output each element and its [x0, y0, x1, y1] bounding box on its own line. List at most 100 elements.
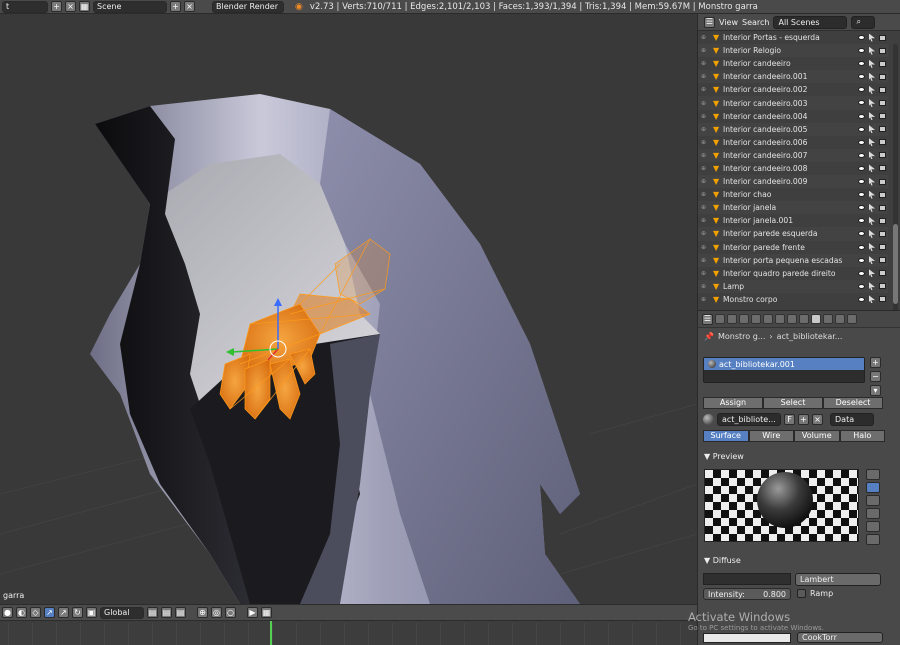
transform-orientation-dropdown[interactable]: Global [100, 606, 144, 619]
diffuse-color-swatch[interactable] [703, 573, 791, 585]
expand-arrow-icon[interactable]: ⊕ [701, 126, 713, 133]
renderability-camera-icon[interactable] [879, 60, 886, 67]
add-slot-icon[interactable]: + [870, 357, 881, 368]
visibility-eye-icon[interactable] [858, 61, 865, 67]
visibility-eye-icon[interactable] [858, 283, 865, 289]
selectability-cursor-icon[interactable] [869, 85, 875, 94]
renderability-camera-icon[interactable] [879, 34, 886, 41]
render-engine-dropdown[interactable]: Blender Render [212, 0, 284, 13]
outliner-scrollbar[interactable] [893, 44, 898, 314]
properties-context-tabs[interactable]: ☰ [698, 311, 900, 328]
outliner-item-label[interactable]: Interior parede frente [723, 243, 805, 252]
volume-tab[interactable]: Volume [794, 430, 840, 442]
expand-arrow-icon[interactable]: ⊕ [701, 217, 713, 224]
selectability-cursor-icon[interactable] [869, 269, 875, 278]
expand-arrow-icon[interactable]: ⊕ [701, 257, 713, 264]
texture-tab-icon[interactable] [823, 314, 833, 324]
expand-arrow-icon[interactable]: ⊕ [701, 244, 713, 251]
renderability-camera-icon[interactable] [879, 99, 886, 106]
visibility-eye-icon[interactable] [858, 218, 865, 224]
outliner-row[interactable]: ⊕ ▼ Interior candeeiro.008 [698, 162, 888, 175]
expand-arrow-icon[interactable]: ⊕ [701, 34, 713, 41]
expand-arrow-icon[interactable]: ⊕ [701, 165, 713, 172]
visibility-eye-icon[interactable] [858, 192, 865, 198]
outliner-row[interactable]: ⊕ ▼ Interior candeeiro.005 [698, 122, 888, 136]
visibility-eye-icon[interactable] [858, 205, 865, 211]
material-name-field[interactable]: act_bibliote... [717, 413, 781, 426]
outliner-row[interactable]: ⊕ ▼ Interior parede frente [698, 241, 888, 254]
visibility-eye-icon[interactable] [858, 74, 865, 80]
material-browse-icon[interactable] [703, 414, 714, 425]
outliner-row[interactable]: ⊕ ▼ Interior parede esquerda [698, 227, 888, 241]
outliner-row[interactable]: ⊕ ▼ Interior Relogio [698, 44, 888, 58]
renderability-camera-icon[interactable] [879, 73, 886, 80]
remove-slot-icon[interactable]: − [870, 371, 881, 382]
expand-arrow-icon[interactable]: ⊕ [701, 230, 713, 237]
material-slot-list[interactable]: act_bibliotekar.001 [703, 357, 865, 383]
outliner-item-label[interactable]: Interior chao [723, 190, 771, 199]
outliner-row[interactable]: ⊕ ▼ Interior chao [698, 188, 888, 201]
renderability-camera-icon[interactable] [879, 191, 886, 198]
expand-arrow-icon[interactable]: ⊕ [701, 47, 713, 54]
expand-arrow-icon[interactable]: ⊕ [701, 113, 713, 120]
renderability-camera-icon[interactable] [879, 230, 886, 237]
outliner-row[interactable]: ⊕ ▼ Interior candeeiro.009 [698, 175, 888, 189]
selectability-cursor-icon[interactable] [869, 216, 875, 225]
selectability-cursor-icon[interactable] [869, 203, 875, 212]
renderability-camera-icon[interactable] [879, 296, 886, 303]
renderability-camera-icon[interactable] [879, 244, 886, 250]
manipulator-scale-icon[interactable]: ▣ [86, 607, 97, 618]
outliner-item-label[interactable]: Interior candeeiro.003 [723, 99, 807, 108]
outliner-item-label[interactable]: Monstro corpo [723, 295, 777, 304]
preview-panel-header[interactable]: ▼ Preview [704, 452, 744, 461]
outliner-item-label[interactable]: Interior janela.001 [723, 216, 793, 225]
selectability-cursor-icon[interactable] [869, 282, 875, 291]
outliner-item-label[interactable]: Interior candeeiro.002 [723, 85, 807, 94]
preview-sky-icon[interactable] [866, 534, 880, 545]
visibility-eye-icon[interactable] [858, 231, 865, 237]
outliner-item-label[interactable]: Interior candeeiro.007 [723, 151, 807, 160]
expand-arrow-icon[interactable]: ⊕ [701, 60, 713, 67]
preview-hair-icon[interactable] [866, 521, 880, 532]
selectability-cursor-icon[interactable] [869, 46, 875, 55]
current-frame-marker[interactable] [270, 621, 272, 645]
material-slot-row[interactable]: act_bibliotekar.001 [704, 358, 864, 370]
diffuse-panel-header[interactable]: ▼ Diffuse [704, 556, 741, 565]
render-preview-icon[interactable]: ▶ [247, 607, 258, 618]
selectability-cursor-icon[interactable] [869, 98, 875, 107]
world-tab-icon[interactable] [751, 314, 761, 324]
add-scene-icon[interactable]: + [170, 1, 181, 12]
renderability-camera-icon[interactable] [879, 86, 886, 93]
physics-tab-icon[interactable] [847, 314, 857, 324]
expand-arrow-icon[interactable]: ⊕ [701, 100, 713, 107]
render-animation-icon[interactable]: ▦ [261, 607, 272, 618]
viewport-shading-icon[interactable]: ◐ [16, 607, 27, 618]
renderability-camera-icon[interactable] [879, 283, 886, 290]
outliner-editor-type-icon[interactable]: ☰ [704, 16, 715, 28]
outliner-list[interactable]: ⊕ ▼ Interior Portas - esquerda ⊕ ▼ Interior R… [698, 31, 888, 311]
outliner-row[interactable]: ⊕ ▼ Monstro corpo [698, 293, 888, 306]
outliner-item-label[interactable]: Interior quadro parede direito [723, 269, 836, 278]
outliner-display-mode[interactable]: All Scenes [773, 15, 848, 29]
interaction-mode-icon[interactable]: ● [2, 607, 13, 618]
visibility-eye-icon[interactable] [858, 126, 865, 132]
material-tab-icon[interactable] [811, 314, 821, 324]
modifiers-tab-icon[interactable] [787, 314, 797, 324]
particles-tab-icon[interactable] [835, 314, 845, 324]
outliner-item-label[interactable]: Interior candeeiro.006 [723, 138, 807, 147]
manipulator-translate-icon[interactable]: ↗ [58, 607, 69, 618]
data-tab-icon[interactable] [799, 314, 809, 324]
selectability-cursor-icon[interactable] [869, 256, 875, 265]
3d-viewport[interactable]: garra [0, 14, 697, 604]
outliner-row[interactable]: ⊕ ▼ Interior quadro parede direito [698, 267, 888, 280]
visibility-eye-icon[interactable] [858, 100, 865, 106]
ramp-checkbox[interactable] [797, 589, 806, 598]
visibility-eye-icon[interactable] [858, 113, 865, 119]
visibility-eye-icon[interactable] [858, 48, 865, 54]
visibility-eye-icon[interactable] [858, 257, 865, 263]
renderability-camera-icon[interactable] [879, 139, 886, 146]
layer-icon[interactable]: ▤ [175, 607, 186, 618]
renderability-camera-icon[interactable] [879, 257, 886, 264]
selectability-cursor-icon[interactable] [869, 151, 875, 160]
renderability-camera-icon[interactable] [879, 270, 886, 277]
